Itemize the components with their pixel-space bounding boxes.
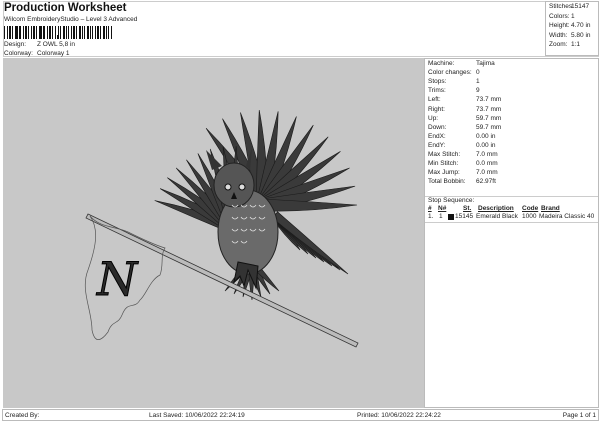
row-num: 1. <box>428 213 434 220</box>
detail-label: Machine: <box>428 60 455 67</box>
detail-value: 9 <box>476 87 480 95</box>
detail-row: Min Stitch: 0.0 mm <box>428 160 498 167</box>
row-code: 1000 <box>522 213 537 220</box>
detail-row: Max Stitch: 7.0 mm <box>428 151 498 158</box>
barcode <box>4 26 112 39</box>
detail-value: Tajima <box>476 60 495 67</box>
detail-row: Trims: 9 <box>428 87 480 94</box>
stat-label: Zoom: <box>549 41 568 48</box>
detail-label: Right: <box>428 105 445 113</box>
stat-label: Height: <box>549 22 570 29</box>
detail-value: 0.00 in <box>476 141 496 149</box>
printed-date: Printed: 10/06/2022 22:24:22 <box>357 412 441 419</box>
detail-row: Stops: 1 <box>428 78 480 85</box>
software-name: Wilcom EmbroideryStudio – Level 3 Advanc… <box>4 16 138 23</box>
stat-row: Stitches:15147 <box>549 3 589 10</box>
detail-value: 0.00 in <box>476 132 496 140</box>
stat-value: 15147 <box>571 3 590 10</box>
stat-row: Width: 5.80 in <box>549 32 591 39</box>
detail-value: 1 <box>476 78 480 86</box>
detail-label: Left: <box>428 96 441 104</box>
page-number: Page 1 of 1 <box>562 412 596 419</box>
detail-row: EndX: 0.00 in <box>428 133 496 140</box>
stop-sequence-label: Stop Sequence: <box>428 197 475 204</box>
detail-value: 0.0 mm <box>476 160 498 168</box>
created-by: Created By: <box>5 412 40 419</box>
stat-label: Stitches: <box>549 3 574 10</box>
detail-label: Trims: <box>428 87 446 95</box>
col-num: # <box>428 205 432 212</box>
detail-label: EndX: <box>428 132 446 140</box>
row-brand: Madeira Classic 40 <box>539 213 595 220</box>
wing-feather <box>272 211 349 275</box>
detail-row: EndY: 0.00 in <box>428 142 496 149</box>
details-panel: Machine: Tajima Color changes: 0 Stops: 1 Trim… <box>424 58 599 408</box>
detail-row: Up: 59.7 mm <box>428 115 501 122</box>
detail-label: Up: <box>428 114 439 122</box>
col-brand: Brand <box>541 205 560 212</box>
detail-value: 73.7 mm <box>476 96 502 104</box>
col-stitches: St. <box>463 205 472 212</box>
stat-row: Colors:1 <box>549 13 575 20</box>
detail-label: Total Bobbin: <box>428 178 466 186</box>
detail-row: Left: 73.7 mm <box>428 96 501 103</box>
stat-row: Height:4.70 in <box>549 22 591 29</box>
stat-value: 5.80 in <box>571 31 591 39</box>
design-label: Design: <box>4 41 27 48</box>
stat-value: 1:1 <box>571 41 581 48</box>
detail-row: Color changes: 0 <box>428 69 480 76</box>
detail-row: Max Jump: 7.0 mm <box>428 169 498 176</box>
flag-letter: N <box>96 252 139 306</box>
detail-value: 7.0 mm <box>476 151 498 158</box>
detail-row: Down: 59.7 mm <box>428 124 501 131</box>
stat-label: Colors: <box>549 12 570 20</box>
page-title: Production Worksheet <box>4 2 127 14</box>
row-description: Emerald Black <box>476 213 518 220</box>
owl-embroidery-design: N <box>84 109 359 348</box>
last-saved: Last Saved: 10/06/2022 22:24:19 <box>149 412 245 419</box>
detail-label: Stops: <box>428 78 447 86</box>
detail-value: 7.0 mm <box>476 169 498 177</box>
stat-label: Width: <box>549 31 568 39</box>
detail-label: Color changes: <box>428 69 472 77</box>
stat-row: Zoom: 1:1 <box>549 41 580 48</box>
stat-value: 1 <box>571 12 575 20</box>
detail-label: EndY: <box>428 141 446 149</box>
detail-value: 59.7 mm <box>476 114 502 122</box>
detail-value: 62.97ft <box>476 178 496 186</box>
colorway-value: Colorway 1 <box>37 50 70 57</box>
detail-row: Right: 73.7 mm <box>428 106 501 113</box>
detail-row: Total Bobbin: 62.97ft <box>428 178 496 185</box>
color-swatch <box>448 214 454 220</box>
detail-value: 73.7 mm <box>476 105 502 113</box>
colorway-label: Colorway: <box>4 50 33 57</box>
design-value: Z OWL 5,8 in <box>37 41 76 48</box>
stat-value: 4.70 in <box>571 22 591 29</box>
detail-row: Machine: Tajima <box>428 60 495 67</box>
row-stitches: 15145 <box>455 213 474 220</box>
detail-value: 59.7 mm <box>476 123 502 131</box>
row-needle: 1 <box>439 213 443 220</box>
col-code: Code <box>522 205 539 212</box>
detail-label: Min Stitch: <box>428 160 459 168</box>
owl-head <box>213 162 255 208</box>
detail-value: 0 <box>476 69 480 77</box>
col-description: Description <box>478 205 514 212</box>
design-preview: N <box>3 58 424 408</box>
col-needle: N# <box>438 205 447 212</box>
detail-label: Down: <box>428 123 447 131</box>
detail-label: Max Stitch: <box>428 151 461 158</box>
detail-label: Max Jump: <box>428 169 460 177</box>
footer: Created By: Last Saved: 10/06/2022 22:24… <box>2 409 599 421</box>
stats-box: Stitches:15147 Colors:1 Height:4.70 in Widt… <box>545 1 599 56</box>
